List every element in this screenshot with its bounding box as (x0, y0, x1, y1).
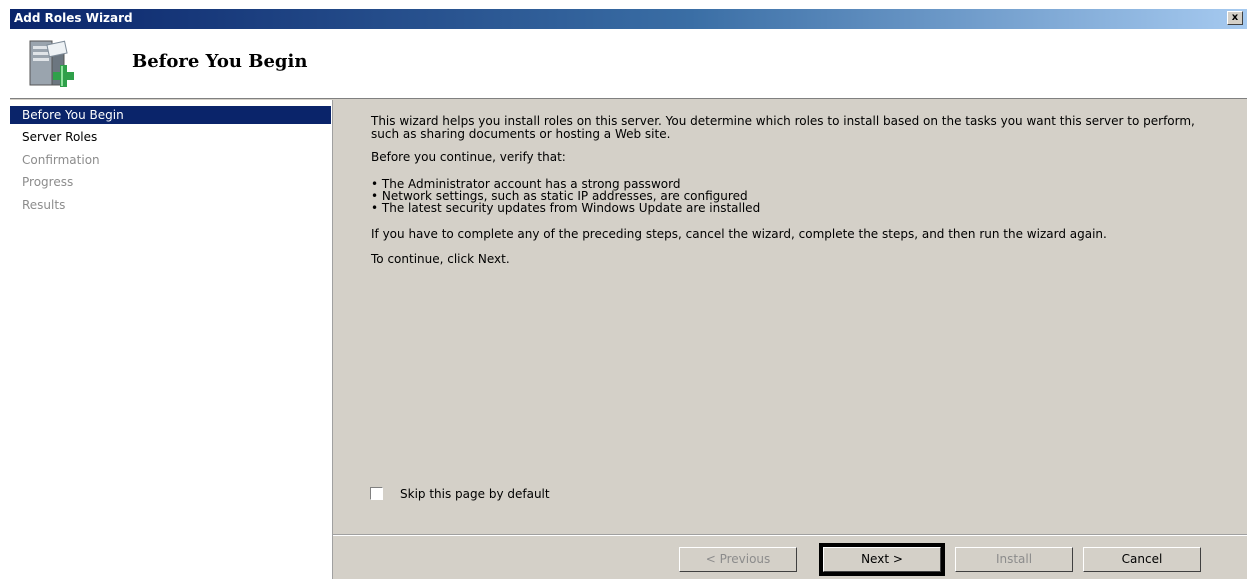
cancel-button[interactable]: Cancel (1083, 547, 1201, 572)
skip-page-label[interactable]: Skip this page by default (400, 487, 550, 501)
server-add-icon (29, 40, 74, 87)
intro-text: This wizard helps you install roles on t… (371, 114, 1195, 141)
wizard-content: This wizard helps you install roles on t… (371, 115, 1231, 266)
add-roles-wizard-window: Add Roles Wizard x Before You Begin Befo… (10, 9, 1247, 579)
cancel-note: If you have to complete any of the prece… (371, 227, 1107, 241)
window-title: Add Roles Wizard (14, 11, 133, 25)
title-bar[interactable]: Add Roles Wizard x (10, 9, 1247, 29)
skip-page-checkbox[interactable] (370, 487, 383, 500)
sidebar-item-confirmation: Confirmation (22, 153, 100, 167)
install-button[interactable]: Install (955, 547, 1073, 572)
sidebar-item-progress: Progress (22, 175, 74, 189)
button-divider (333, 534, 1247, 536)
close-icon: x (1231, 12, 1239, 23)
wizard-steps-sidebar: Before You Begin Server Roles Confirmati… (10, 100, 333, 579)
list-item: • The latest security updates from Windo… (371, 201, 761, 215)
page-title: Before You Begin (132, 51, 308, 72)
checklist: • The Administrator account has a strong… (371, 178, 1231, 214)
previous-button[interactable]: < Previous (679, 547, 797, 572)
close-button[interactable]: x (1227, 11, 1243, 25)
wizard-header: Before You Begin (10, 29, 1247, 99)
verify-heading: Before you continue, verify that: (371, 150, 566, 164)
next-button[interactable]: Next > (819, 543, 945, 576)
sidebar-item-server-roles[interactable]: Server Roles (10, 128, 331, 146)
continue-note: To continue, click Next. (371, 252, 510, 266)
sidebar-item-before-you-begin[interactable]: Before You Begin (10, 106, 331, 124)
sidebar-item-results: Results (22, 198, 66, 212)
